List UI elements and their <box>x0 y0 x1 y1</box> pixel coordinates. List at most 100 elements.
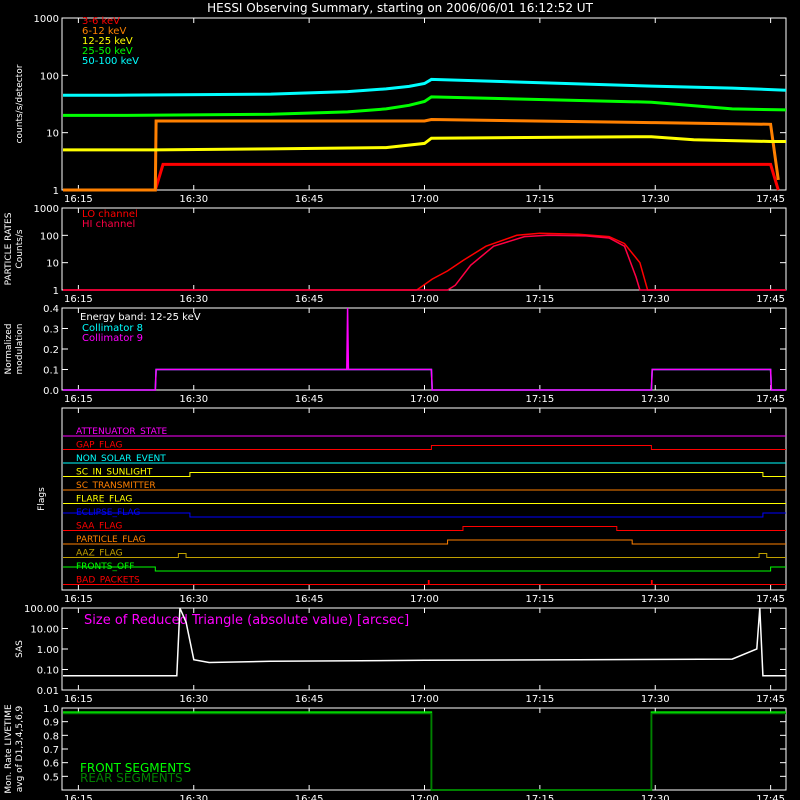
flag-label: AAZ_FLAG <box>76 549 123 559</box>
x-tick-label: 16:45 <box>295 794 324 800</box>
y-axis-label: avg of D1,3,4,5,6,9 <box>15 705 25 792</box>
x-tick-label: 17:30 <box>641 394 670 405</box>
panel-particle-rates: 16:15 16:30 16:45 17:00 17:15 17:30 17:45 1 10 10… <box>4 204 787 305</box>
y-tick-label: 0.0 <box>43 386 59 397</box>
x-tick-label: 16:30 <box>179 394 208 405</box>
x-tick-label: 17:15 <box>525 794 554 800</box>
x-tick-label: 17:30 <box>641 794 670 800</box>
y-tick-label: 0.2 <box>43 345 59 356</box>
y-tick-label: 1 <box>53 186 59 197</box>
y-axis-label: Mon. Rate LIVETIME <box>4 704 14 794</box>
x-tick-label: 16:30 <box>179 294 208 305</box>
y-tick-label: 0.4 <box>43 304 59 315</box>
y-tick-label: 0.01 <box>37 686 59 697</box>
y-axis-label: Flags <box>37 487 47 511</box>
y-tick-label: 1000 <box>34 204 59 215</box>
y-axis-label: Counts/s <box>15 229 25 268</box>
x-tick-label: 16:15 <box>64 194 93 205</box>
flag-line <box>62 512 786 518</box>
flag-line <box>62 580 786 585</box>
x-tick-label: 16:30 <box>179 594 208 605</box>
x-tick-label: 17:45 <box>756 294 785 305</box>
y-axis-label: PARTICLE RATES <box>4 212 14 285</box>
y-axis-label: modulation <box>15 324 25 375</box>
flag-line <box>62 566 786 572</box>
x-tick-label: 16:45 <box>295 294 324 305</box>
flag-label: GAP_FLAG <box>76 441 122 451</box>
y-tick-label: 1 <box>53 286 59 297</box>
y-tick-label: 100 <box>40 71 59 82</box>
flag-label: FRONTS_OFF <box>76 562 134 572</box>
y-tick-label: 0.8 <box>43 731 59 742</box>
x-tick-label: 17:30 <box>641 694 670 705</box>
flag-line <box>62 445 786 450</box>
panel-flags: 16:15 16:30 16:45 17:00 17:15 17:30 17:45 Flags… <box>37 407 787 605</box>
series-line <box>63 232 786 291</box>
panel-annotation: Energy band: 12-25 keV <box>80 312 201 323</box>
y-tick-label: 0.5 <box>43 772 59 783</box>
x-tick-label: 17:15 <box>525 294 554 305</box>
x-tick-label: 17:00 <box>410 594 439 605</box>
y-axis-label: Normalized <box>4 323 14 374</box>
x-tick-label: 16:15 <box>64 294 93 305</box>
x-tick-label: 17:15 <box>525 694 554 705</box>
legend-entry: Collimator 9 <box>82 333 143 344</box>
flag-line <box>62 553 786 558</box>
legend-entry: 50-100 keV <box>82 56 139 67</box>
flag-label: PARTICLE_FLAG <box>76 535 146 545</box>
series-line <box>63 117 780 192</box>
y-tick-label: 100.00 <box>24 604 59 615</box>
panel-annotation: Size of Reduced Triangle (absolute value… <box>84 613 409 628</box>
x-tick-label: 17:45 <box>756 194 785 205</box>
y-tick-label: 1.00 <box>37 645 59 656</box>
y-tick-label: 1.0 <box>43 704 59 715</box>
x-tick-label: 17:15 <box>525 594 554 605</box>
flag-label: SAA_FLAG <box>76 522 122 532</box>
x-tick-label: 16:15 <box>64 394 93 405</box>
x-tick-label: 16:45 <box>295 594 324 605</box>
flag-line <box>62 526 786 531</box>
series-line <box>63 162 780 192</box>
x-tick-label: 17:45 <box>756 794 785 800</box>
x-tick-label: 17:30 <box>641 594 670 605</box>
panel-sas: 16:15 16:30 16:45 17:00 17:15 17:30 17:45 0.01 0… <box>15 604 787 705</box>
y-tick-label: 10 <box>46 129 59 140</box>
x-tick-label: 17:00 <box>410 294 439 305</box>
x-tick-label: 16:15 <box>64 694 93 705</box>
y-tick-label: 10.00 <box>30 625 59 636</box>
y-tick-label: 0.1 <box>43 366 59 377</box>
x-tick-label: 17:00 <box>410 694 439 705</box>
series-line <box>63 95 787 117</box>
panel-modulation: 16:15 16:30 16:45 17:00 17:15 17:30 17:45 0.0 0.… <box>4 304 787 405</box>
series-line <box>63 77 787 97</box>
x-tick-label: 16:45 <box>295 194 324 205</box>
y-tick-label: 100 <box>40 231 59 242</box>
x-tick-label: 17:15 <box>525 194 554 205</box>
flag-label: ATTENUATOR_STATE <box>76 427 168 437</box>
panel-frame <box>61 407 787 591</box>
series-line <box>63 135 786 152</box>
x-tick-label: 17:00 <box>410 794 439 800</box>
y-axis-label: counts/s/detector <box>15 64 25 143</box>
x-tick-label: 16:30 <box>179 194 208 205</box>
flag-label: SC_TRANSMITTER <box>76 481 156 491</box>
flag-label: ECLIPSE_FLAG <box>76 508 140 518</box>
x-tick-label: 17:15 <box>525 394 554 405</box>
x-tick-label: 16:30 <box>179 794 208 800</box>
x-tick-label: 17:45 <box>756 394 785 405</box>
x-tick-label: 17:30 <box>641 294 670 305</box>
x-tick-label: 17:45 <box>756 694 785 705</box>
x-tick-label: 17:00 <box>410 194 439 205</box>
y-tick-label: 0.9 <box>43 718 59 729</box>
flag-label: SC_IN_SUNLIGHT <box>76 468 153 478</box>
observing-summary-chart: HESSI Observing Summary, starting on 200… <box>4 1 787 800</box>
chart-title: HESSI Observing Summary, starting on 200… <box>207 1 593 15</box>
x-tick-label: 17:00 <box>410 394 439 405</box>
y-tick-label: 0.3 <box>43 325 59 336</box>
legend-entry: REAR SEGMENTS <box>80 771 183 785</box>
y-axis-label: SAS <box>15 640 25 658</box>
x-tick-label: 16:45 <box>295 694 324 705</box>
x-tick-label: 16:15 <box>64 794 93 800</box>
series-line <box>63 234 786 291</box>
flag-label: NON_SOLAR_EVENT <box>76 454 166 464</box>
